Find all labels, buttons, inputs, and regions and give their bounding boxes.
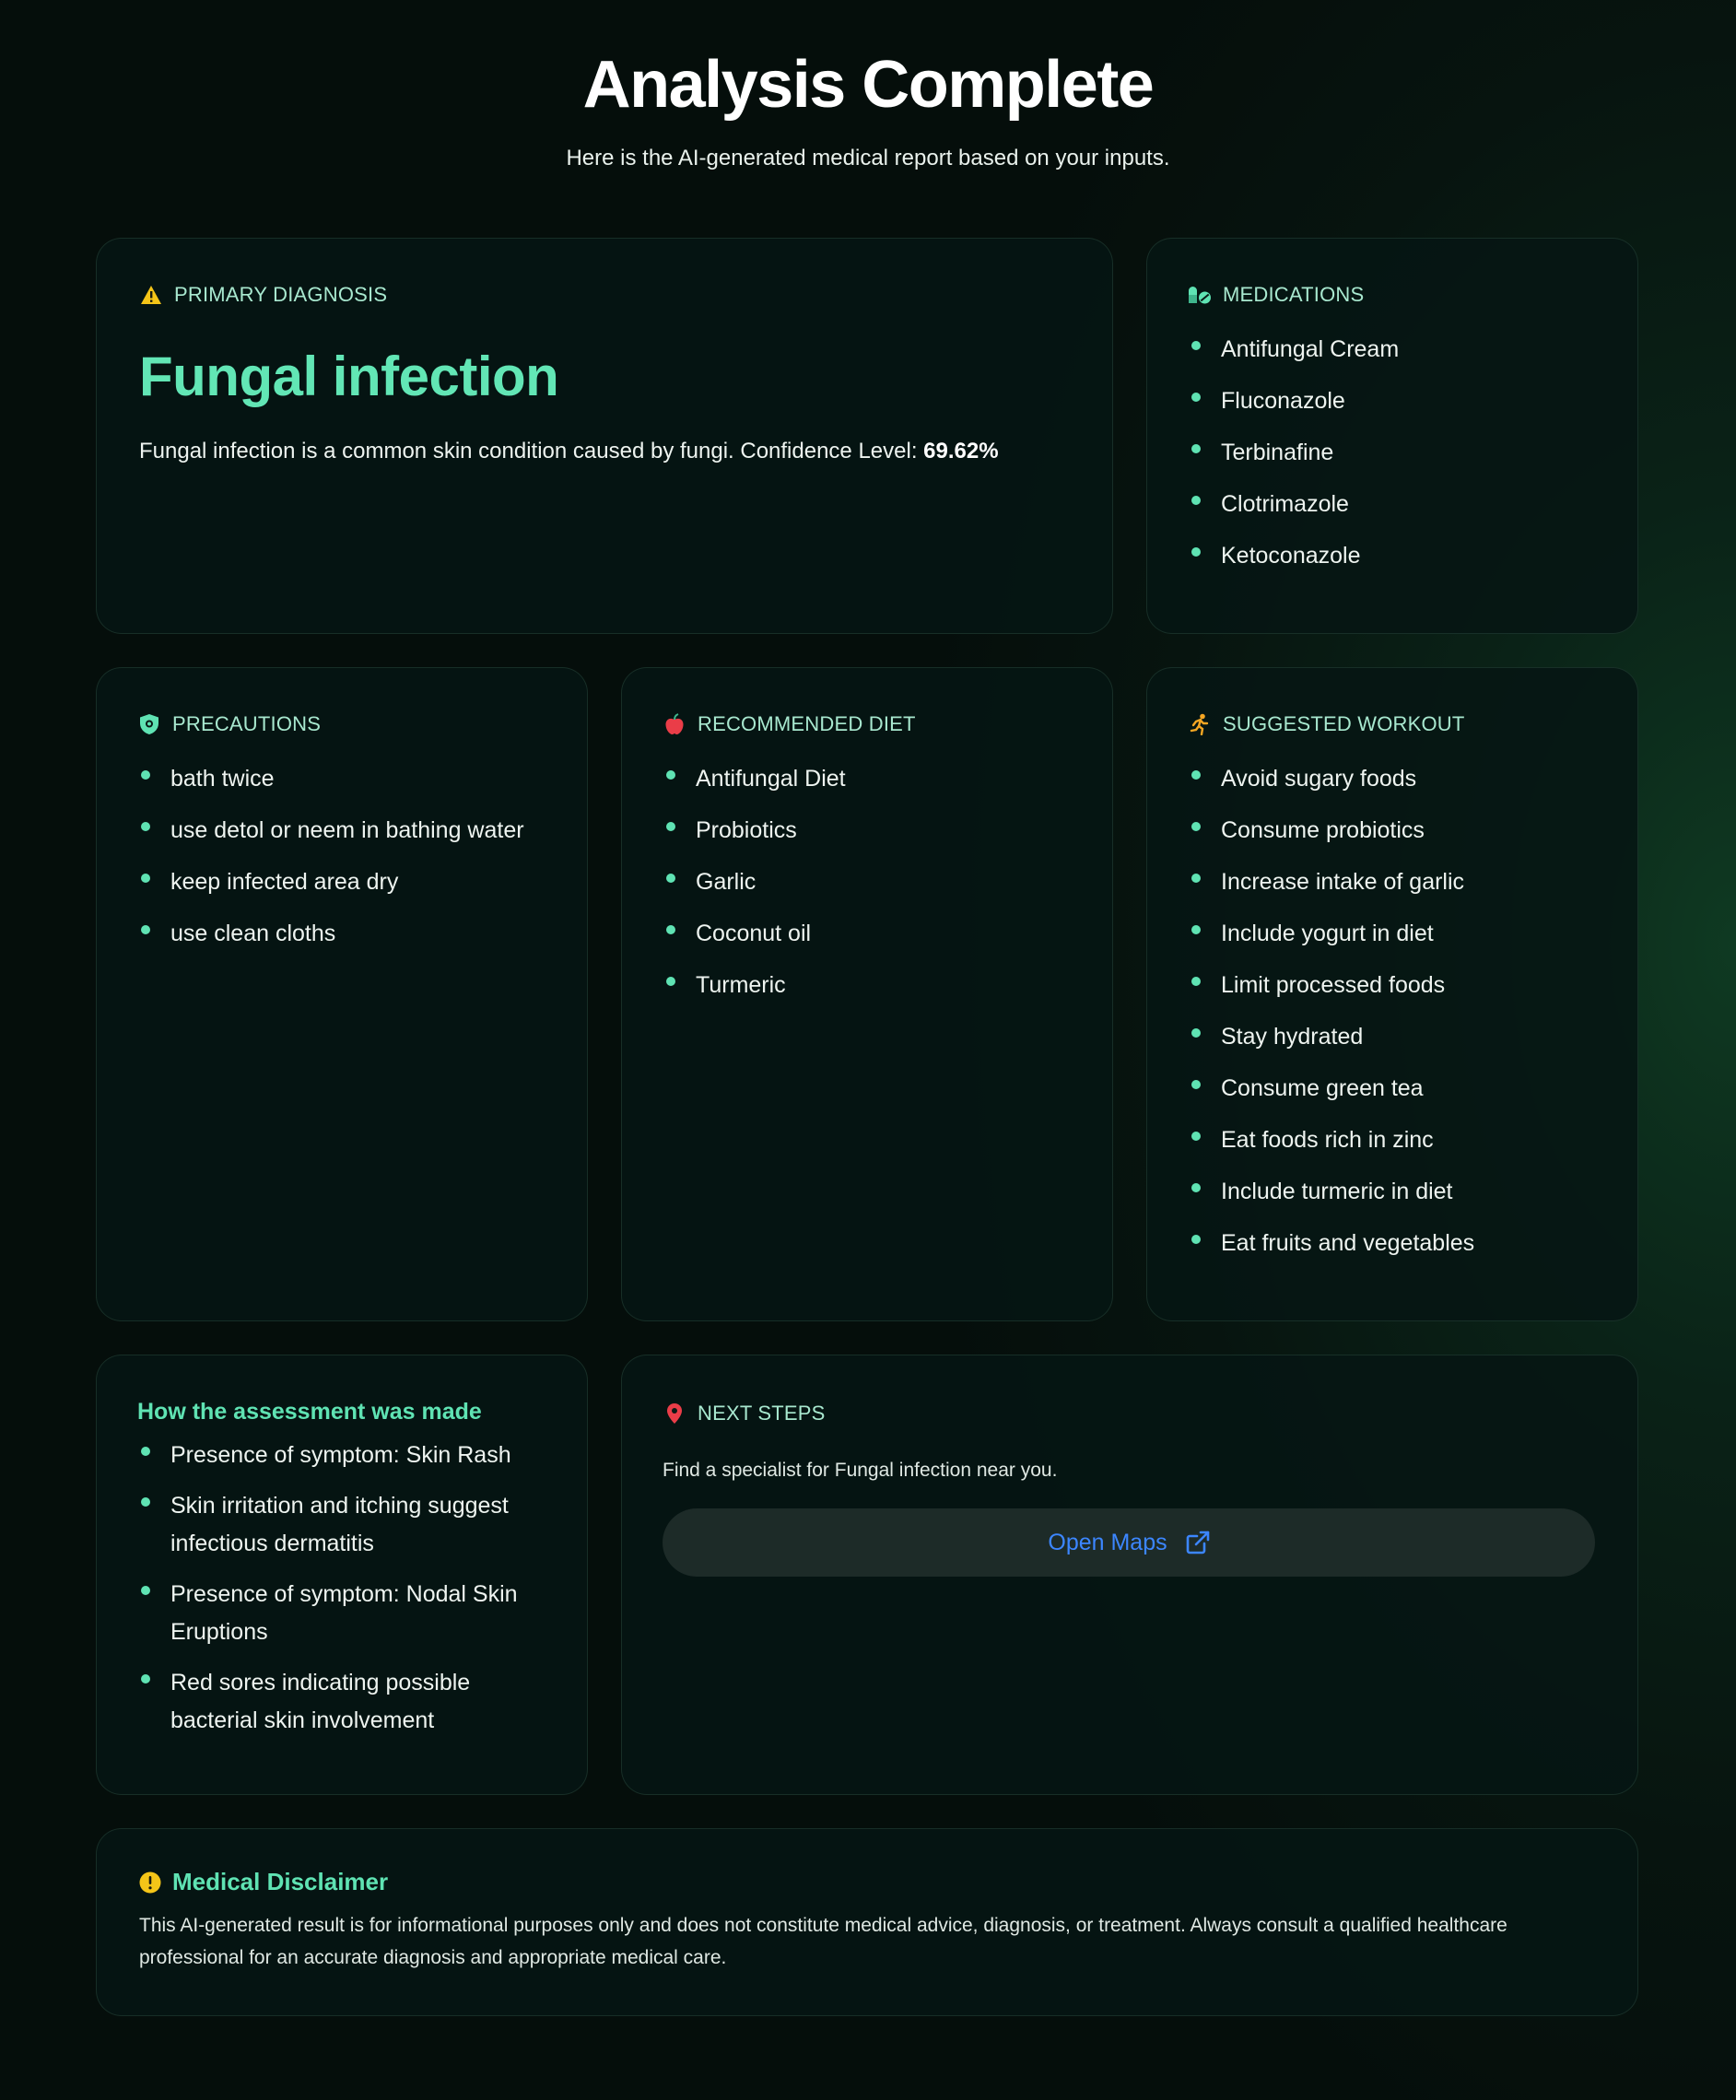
diagnosis-name: Fungal infection (139, 346, 559, 407)
list-item: Probiotics (663, 812, 1072, 850)
list-item: Coconut oil (663, 915, 1072, 953)
apple-icon (663, 712, 686, 736)
next-steps-header: NEXT STEPS (663, 1402, 1597, 1425)
list-item: Eat foods rich in zinc (1188, 1121, 1597, 1159)
disclaimer-text: This AI-generated result is for informat… (139, 1915, 1507, 1968)
precautions-header: PRECAUTIONS (137, 712, 546, 736)
next-steps-card: NEXT STEPS Find a specialist for Fungal … (621, 1355, 1638, 1795)
list-item: keep infected area dry (137, 863, 546, 901)
primary-diagnosis-header: PRIMARY DIAGNOSIS (139, 283, 1070, 307)
page-header: Analysis Complete Here is the AI-generat… (0, 44, 1736, 173)
map-pin-icon (663, 1402, 686, 1425)
diagnosis-description: Fungal infection is a common skin condit… (139, 436, 1070, 467)
list-item: Eat fruits and vegetables (1188, 1225, 1597, 1262)
list-item: Avoid sugary foods (1188, 760, 1597, 798)
list-item: Fluconazole (1188, 382, 1597, 420)
diet-card: RECOMMENDED DIET Antifungal Diet Probiot… (621, 667, 1113, 1321)
list-item: Presence of symptom: Skin Rash (137, 1437, 546, 1474)
list-item: Skin irritation and itching suggest infe… (137, 1487, 546, 1563)
shield-icon (137, 712, 161, 736)
open-maps-label: Open Maps (1048, 1529, 1167, 1555)
confidence-value: 69.62% (923, 439, 999, 463)
report-page: Analysis Complete Here is the AI-generat… (0, 0, 1736, 2100)
list-item: Consume probiotics (1188, 812, 1597, 850)
pills-icon (1188, 283, 1212, 307)
diet-heading: RECOMMENDED DIET (698, 712, 916, 735)
list-item: Terbinafine (1188, 434, 1597, 472)
page-subtitle: Here is the AI-generated medical report … (566, 146, 1170, 170)
open-maps-button[interactable]: Open Maps (663, 1508, 1595, 1577)
next-steps-heading: NEXT STEPS (698, 1402, 826, 1425)
list-item: use detol or neem in bathing water (137, 812, 546, 850)
next-steps-description: Find a specialist for Fungal infection n… (663, 1460, 1058, 1481)
precautions-card: PRECAUTIONS bath twice use detol or neem… (96, 667, 588, 1321)
exclamation-circle-icon (139, 1871, 161, 1894)
assessment-card: How the assessment was made Presence of … (96, 1355, 588, 1795)
disclaimer-heading: Medical Disclaimer (172, 1868, 389, 1895)
list-item: use clean cloths (137, 915, 546, 953)
list-item: bath twice (137, 760, 546, 798)
medications-list: Antifungal Cream Fluconazole Terbinafine… (1188, 331, 1597, 575)
list-item: Stay hydrated (1188, 1018, 1597, 1056)
precautions-heading: PRECAUTIONS (172, 712, 322, 735)
running-person-icon (1188, 712, 1212, 736)
list-item: Presence of symptom: Nodal Skin Eruption… (137, 1576, 546, 1651)
list-item: Include turmeric in diet (1188, 1173, 1597, 1211)
medications-header: MEDICATIONS (1188, 283, 1597, 307)
list-item: Increase intake of garlic (1188, 863, 1597, 901)
list-item: Garlic (663, 863, 1072, 901)
warning-triangle-icon (139, 283, 163, 307)
disclaimer-header: Medical Disclaimer (139, 1868, 1595, 1896)
medications-heading: MEDICATIONS (1223, 283, 1365, 306)
primary-diagnosis-card: PRIMARY DIAGNOSIS Fungal infection Funga… (96, 238, 1113, 634)
page-title: Analysis Complete (582, 48, 1155, 122)
list-item: Clotrimazole (1188, 486, 1597, 523)
disclaimer-card: Medical Disclaimer This AI-generated res… (96, 1828, 1638, 2016)
external-link-icon (1186, 1531, 1210, 1554)
list-item: Antifungal Diet (663, 760, 1072, 798)
list-item: Antifungal Cream (1188, 331, 1597, 369)
precautions-list: bath twice use detol or neem in bathing … (137, 760, 546, 953)
list-item: Turmeric (663, 967, 1072, 1004)
primary-diagnosis-heading: PRIMARY DIAGNOSIS (174, 283, 388, 306)
assessment-list: Presence of symptom: Skin Rash Skin irri… (137, 1437, 546, 1740)
workout-heading: SUGGESTED WORKOUT (1223, 712, 1465, 735)
workout-card: SUGGESTED WORKOUT Avoid sugary foods Con… (1146, 667, 1638, 1321)
list-item: Red sores indicating possible bacterial … (137, 1664, 546, 1740)
list-item: Ketoconazole (1188, 537, 1597, 575)
list-item: Limit processed foods (1188, 967, 1597, 1004)
workout-header: SUGGESTED WORKOUT (1188, 712, 1597, 736)
diagnosis-description-text: Fungal infection is a common skin condit… (139, 439, 924, 463)
diet-list: Antifungal Diet Probiotics Garlic Coconu… (663, 760, 1072, 1004)
list-item: Include yogurt in diet (1188, 915, 1597, 953)
diet-header: RECOMMENDED DIET (663, 712, 1072, 736)
workout-list: Avoid sugary foods Consume probiotics In… (1188, 760, 1597, 1262)
list-item: Consume green tea (1188, 1070, 1597, 1108)
medications-card: MEDICATIONS Antifungal Cream Fluconazole… (1146, 238, 1638, 634)
assessment-heading: How the assessment was made (137, 1399, 482, 1425)
